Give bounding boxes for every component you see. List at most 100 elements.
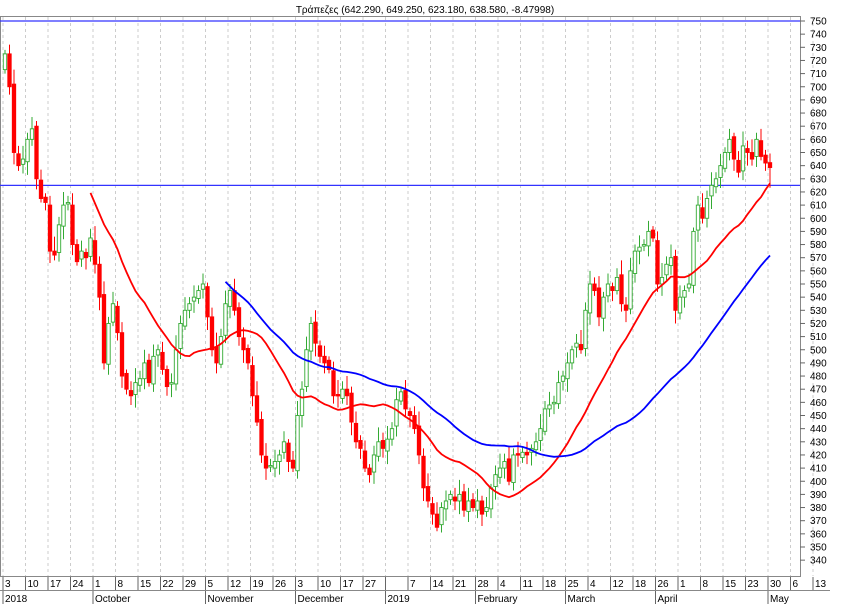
candle-down: [407, 411, 413, 416]
candle-down: [322, 355, 327, 364]
x-tick-label: 13: [815, 579, 827, 590]
candle-down: [650, 229, 656, 239]
candle-down: [452, 496, 458, 502]
candle-up: [295, 415, 300, 472]
y-tick-label: 690: [810, 95, 827, 106]
x-tick-label: 27: [365, 579, 377, 590]
candle-up: [641, 244, 647, 247]
candle-up: [727, 138, 732, 153]
candle-down: [34, 125, 39, 180]
candle-down: [578, 344, 584, 351]
candle-up: [574, 342, 579, 348]
candle-down: [214, 346, 219, 364]
x-tick-label: 4: [590, 579, 596, 590]
candle-down: [205, 286, 210, 318]
month-label: November: [208, 594, 255, 605]
x-tick-label: 26: [275, 579, 287, 590]
candle-up: [551, 401, 557, 405]
candle-up: [439, 507, 444, 526]
candle-up: [740, 145, 746, 172]
candle-up: [178, 323, 183, 349]
month-label: May: [770, 594, 789, 605]
candle-up: [587, 283, 593, 314]
candle-down: [115, 305, 120, 334]
candle-up: [385, 438, 390, 452]
y-tick-label: 400: [810, 477, 827, 488]
x-tick-label: 1: [680, 579, 686, 590]
x-tick-label: 19: [253, 579, 265, 590]
x-tick-label: 15: [140, 579, 152, 590]
x-tick-label: 22: [163, 579, 175, 590]
candle-up: [133, 382, 138, 395]
candle-up: [25, 138, 30, 163]
candle-down: [380, 440, 386, 449]
candle-down: [160, 351, 165, 370]
candle-up: [565, 362, 570, 380]
x-tick-label: 30: [770, 579, 782, 590]
y-tick-label: 430: [810, 437, 827, 448]
candle-up: [110, 303, 116, 323]
candle-up: [443, 500, 449, 510]
candle-up: [614, 276, 620, 292]
y-tick-label: 360: [810, 529, 827, 540]
candle-up: [632, 250, 638, 274]
month-label: February: [478, 594, 518, 605]
y-tick-label: 660: [810, 135, 827, 146]
candle-up: [272, 461, 278, 469]
candle-down: [461, 491, 467, 511]
candle-down: [254, 395, 260, 423]
candle-down: [403, 390, 408, 410]
candle-up: [664, 263, 669, 276]
x-tick-label: 12: [613, 579, 625, 590]
x-tick-label: 7: [410, 579, 416, 590]
candle-up: [79, 250, 84, 260]
candle-down: [700, 207, 705, 219]
month-label: December: [298, 594, 345, 605]
candle-up: [538, 428, 543, 441]
candle-down: [128, 390, 134, 397]
candle-up: [371, 454, 377, 473]
candle-up: [520, 451, 525, 459]
candle-down: [38, 179, 44, 199]
y-tick-label: 530: [810, 306, 827, 317]
candle-down: [655, 240, 660, 285]
candle-down: [736, 159, 741, 173]
month-label: October: [95, 594, 131, 605]
candle-up: [389, 428, 395, 440]
x-tick-label: 12: [230, 579, 242, 590]
candle-up: [722, 152, 728, 169]
x-tick-label: 18: [545, 579, 557, 590]
candle-down: [97, 263, 102, 298]
y-tick-label: 570: [810, 253, 827, 264]
candle-down: [331, 370, 336, 397]
x-tick-label: 8: [703, 579, 709, 590]
x-tick-label: 17: [343, 579, 355, 590]
chart: Τράπεζες (642.290, 649.250, 623.180, 638…: [0, 0, 853, 605]
candle-up: [511, 454, 516, 484]
candle-up: [106, 323, 111, 365]
x-tick-label: 23: [748, 579, 760, 590]
x-tick-label: 17: [50, 579, 62, 590]
y-tick-label: 550: [810, 280, 827, 291]
y-tick-label: 740: [810, 30, 827, 41]
y-tick-label: 630: [810, 174, 827, 185]
month-label: 2019: [388, 594, 411, 605]
candle-up: [475, 500, 480, 511]
candle-up: [704, 198, 710, 219]
y-tick-label: 490: [810, 358, 827, 369]
x-tick-label: 26: [658, 579, 670, 590]
y-tick-label: 680: [810, 109, 827, 120]
candle-up: [709, 184, 714, 197]
y-tick-label: 420: [810, 450, 827, 461]
candle-up: [268, 465, 273, 468]
candle-down: [506, 458, 512, 482]
candle-up: [56, 224, 62, 253]
candle-up: [691, 230, 696, 286]
candle-up: [88, 237, 93, 257]
candle-down: [749, 152, 755, 160]
candle-down: [119, 332, 125, 377]
month-label: March: [568, 594, 596, 605]
candle-up: [583, 309, 588, 349]
candle-up: [398, 391, 404, 402]
candle-down: [290, 459, 296, 469]
